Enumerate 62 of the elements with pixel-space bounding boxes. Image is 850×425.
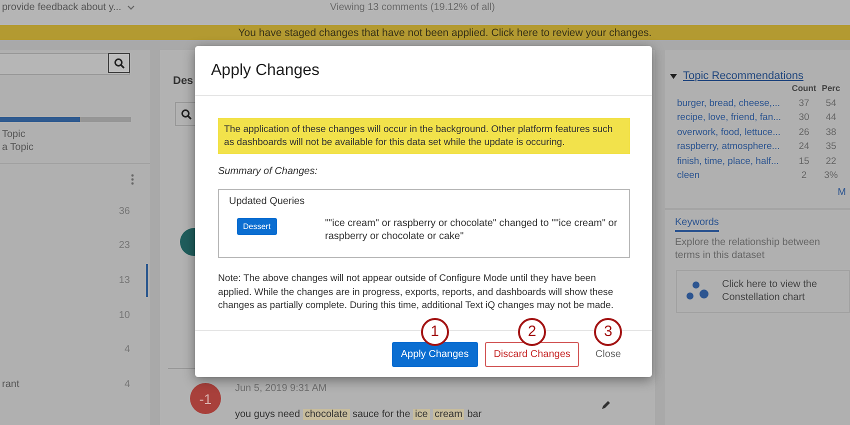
keywords-tab[interactable]: Keywords [675,216,719,232]
percent-cell-text: 38 [824,126,838,139]
count-cell-text: 24 [798,140,810,154]
column-header: Perc [820,82,842,95]
percent-cell-text: 22 [824,154,838,168]
topic-link[interactable]: recipe, love, friend, fan... [677,111,791,124]
more-link[interactable]: M [838,186,846,198]
topic-label: a Topic [2,141,35,154]
topic-link[interactable]: finish, time, place, half... [677,154,791,168]
change-description: ""ice cream" or raspberry or chocolate" changed to ""ice cream" or raspberry or chocolate or cake" [325,217,618,243]
topic-count: 10 [118,310,130,321]
percent-cell-text: 3% [823,169,839,182]
callout-number: 3 [594,318,622,346]
dots-icon [686,281,710,301]
topic-link[interactable]: overwork, food, lettuce... [677,126,791,139]
topic-count: 4 [124,344,130,356]
box-title: Updated Queries [229,196,306,207]
note-text: Note: The above changes will not appear outside of Configure Mode until they have been applied. While the changes are in progress, exports, reports, and dashboards will show these changes as partially complete. During this time, additional Text iQ changes may not be made. [218,272,615,312]
dialog-title: Apply Changes [195,46,652,96]
column-header: Count [791,82,817,95]
more-options-icon[interactable] [131,174,134,185]
search-icon [114,58,124,68]
count-cell-text: 37 [798,96,810,110]
comment-date: Jun 5, 2019 9:31 AM [235,383,327,394]
search-field[interactable] [0,53,130,75]
panel-title: Des [173,75,194,87]
summary-label: Summary of Changes: [218,166,318,177]
callout-number: 1 [420,318,449,346]
chevron-down-icon[interactable] [127,5,136,10]
card-text: Click here to view the Constellation chart [722,278,818,304]
warning-notice: The application of these changes will occur in the background. Other platform features such as dashboards will not be available for this data set while the update is occuring. [218,118,630,154]
keywords-description: Explore the relationship between terms in this dataset [675,236,822,262]
comment-text: you guys need chocolate sauce for the ice cream bar [235,408,482,422]
topic-label: Topic [2,128,26,141]
topic-count: 23 [118,240,130,252]
topic-link[interactable]: burger, bread, cheese,... [677,96,791,110]
constellation-card[interactable]: Click here to view the Constellation chart [676,270,850,312]
topic-count: 13 [118,274,130,286]
topic-name[interactable]: rant [2,378,20,390]
caret-down-icon[interactable] [670,74,677,78]
percent-cell-text: 35 [824,140,838,154]
count-cell-text: 15 [798,154,810,168]
search-icon [180,108,192,120]
query-tag: Dessert [237,218,277,235]
percent-cell-text: 44 [824,111,838,124]
count-cell-text: 26 [798,126,810,139]
topic-count: 4 [124,378,130,390]
topic-link[interactable]: raspberry, atmosphere... [677,140,791,154]
discard-button[interactable]: Discard Changes [484,342,580,366]
topic-recommendations-link[interactable]: Topic Recommendations [683,70,804,82]
topic-count: 36 [118,206,130,217]
survey-selector[interactable]: provide feedback about y... [2,2,122,13]
pencil-icon[interactable] [601,400,611,410]
count-cell-text: 30 [798,111,810,124]
topic-link[interactable]: cleen [677,169,791,182]
search-button[interactable] [108,53,130,73]
percent-cell-text: 54 [824,96,838,110]
count-cell-text: 2 [800,169,808,182]
sentiment-score: -1 [190,383,221,414]
apply-button[interactable]: Apply Changes [392,342,478,366]
comment-count-text: Viewing 13 comments (19.12% of all) [330,2,495,13]
callout-number: 2 [518,318,546,346]
